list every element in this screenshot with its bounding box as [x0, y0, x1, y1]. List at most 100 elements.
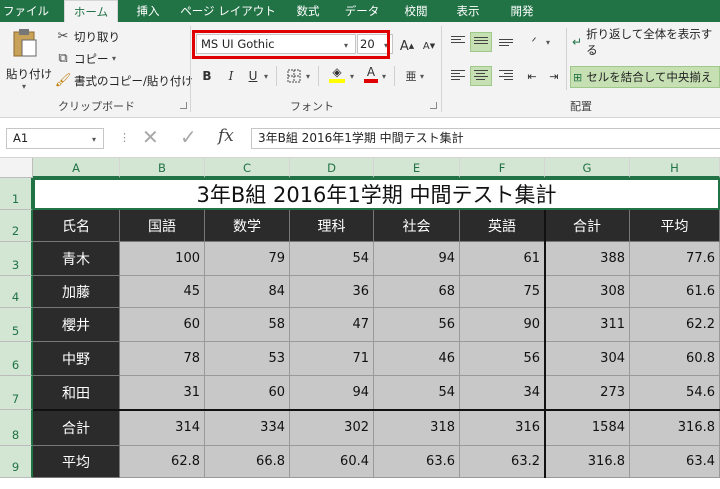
table-header-cell[interactable]: 数学 — [205, 210, 290, 242]
table-row-label[interactable]: 中野 — [33, 342, 120, 376]
column-header-b[interactable]: B — [120, 158, 205, 178]
align-center-button[interactable] — [470, 66, 492, 86]
tab-review[interactable]: 校閲 — [396, 0, 436, 22]
row-header-2[interactable]: 2 — [0, 210, 33, 242]
table-cell[interactable]: 316.8 — [545, 446, 630, 478]
orientation-button[interactable]: ᐟ — [524, 32, 544, 52]
select-all-corner[interactable] — [0, 158, 33, 178]
align-right-button[interactable] — [496, 66, 516, 86]
row-header-5[interactable]: 5 — [0, 308, 33, 342]
table-header-cell[interactable]: 英語 — [460, 210, 545, 242]
cut-button[interactable]: 切り取り — [74, 29, 120, 45]
table-cell[interactable]: 84 — [205, 276, 290, 308]
table-cell[interactable]: 54 — [374, 376, 460, 410]
table-cell[interactable]: 66.8 — [205, 446, 290, 478]
row-header-9[interactable]: 9 — [0, 446, 33, 478]
table-cell[interactable]: 311 — [545, 308, 630, 342]
table-cell[interactable]: 31 — [120, 376, 205, 410]
table-cell[interactable]: 54.6 — [630, 376, 720, 410]
table-cell[interactable]: 314 — [120, 410, 205, 446]
table-cell[interactable]: 60.8 — [630, 342, 720, 376]
increase-indent-button[interactable]: ⇥ — [544, 66, 564, 86]
table-row-label[interactable]: 櫻井 — [33, 308, 120, 342]
table-cell[interactable]: 90 — [460, 308, 545, 342]
table-cell[interactable]: 56 — [374, 308, 460, 342]
paste-button[interactable]: 貼り付け ▾ — [4, 28, 52, 91]
tab-formulas[interactable]: 数式 — [288, 0, 328, 22]
table-cell[interactable]: 60.4 — [290, 446, 374, 478]
name-box[interactable]: A1 — [6, 128, 104, 149]
column-header-g[interactable]: G — [545, 158, 630, 178]
enter-icon[interactable]: ✓ — [180, 125, 197, 149]
table-header-cell[interactable]: 国語 — [120, 210, 205, 242]
table-cell[interactable]: 388 — [545, 242, 630, 276]
tab-insert[interactable]: 挿入 — [128, 0, 168, 22]
row-header-1[interactable]: 1 — [0, 178, 33, 210]
table-cell[interactable]: 63.4 — [630, 446, 720, 478]
table-row-label[interactable]: 加藤 — [33, 276, 120, 308]
wrap-text-button[interactable]: ↵ 折り返して全体を表示する — [572, 27, 720, 57]
table-cell[interactable]: 1584 — [545, 410, 630, 446]
row-header-8[interactable]: 8 — [0, 410, 33, 446]
table-row-label[interactable]: 平均 — [33, 446, 120, 478]
column-header-a[interactable]: A — [33, 158, 120, 178]
column-header-c[interactable]: C — [205, 158, 290, 178]
table-cell[interactable]: 302 — [290, 410, 374, 446]
table-cell[interactable]: 36 — [290, 276, 374, 308]
bold-button[interactable]: B — [198, 66, 216, 86]
phonetic-button[interactable]: 亜 — [402, 66, 420, 86]
decrease-indent-button[interactable]: ⇤ — [522, 66, 542, 86]
table-cell[interactable]: 56 — [460, 342, 545, 376]
fill-color-button[interactable]: ◈ — [326, 64, 348, 84]
table-header-cell[interactable]: 平均 — [630, 210, 720, 242]
table-cell[interactable]: 100 — [120, 242, 205, 276]
table-cell[interactable]: 61.6 — [630, 276, 720, 308]
column-header-f[interactable]: F — [460, 158, 545, 178]
shrink-font-button[interactable]: A ▼ — [420, 36, 438, 56]
table-row-label[interactable]: 青木 — [33, 242, 120, 276]
table-cell[interactable]: 318 — [374, 410, 460, 446]
table-cell[interactable]: 68 — [374, 276, 460, 308]
table-header-cell[interactable]: 理科 — [290, 210, 374, 242]
row-header-7[interactable]: 7 — [0, 376, 33, 410]
table-cell[interactable]: 53 — [205, 342, 290, 376]
row-header-3[interactable]: 3 — [0, 242, 33, 276]
table-cell[interactable]: 63.6 — [374, 446, 460, 478]
table-cell[interactable]: 94 — [290, 376, 374, 410]
table-cell[interactable]: 47 — [290, 308, 374, 342]
table-header-cell[interactable]: 氏名 — [33, 210, 120, 242]
table-row-label[interactable]: 和田 — [33, 376, 120, 410]
table-cell[interactable]: 334 — [205, 410, 290, 446]
cancel-icon[interactable]: ✕ — [142, 125, 159, 149]
table-cell[interactable]: 304 — [545, 342, 630, 376]
table-cell[interactable]: 62.8 — [120, 446, 205, 478]
tab-developer[interactable]: 開発 — [502, 0, 542, 22]
font-color-button[interactable]: A — [362, 64, 380, 84]
underline-button[interactable]: U — [244, 66, 262, 86]
tab-page-layout[interactable]: ページ レイアウト — [178, 0, 278, 22]
tab-home[interactable]: ホーム — [64, 0, 118, 23]
table-cell[interactable]: 273 — [545, 376, 630, 410]
column-header-d[interactable]: D — [290, 158, 374, 178]
formula-input[interactable]: 3年B組 2016年1学期 中間テスト集計 — [251, 128, 720, 149]
table-cell[interactable]: 308 — [545, 276, 630, 308]
italic-button[interactable]: I — [222, 66, 240, 86]
table-row-label[interactable]: 合計 — [33, 410, 120, 446]
table-cell[interactable]: 60 — [120, 308, 205, 342]
row-header-6[interactable]: 6 — [0, 342, 33, 376]
table-cell[interactable]: 58 — [205, 308, 290, 342]
tab-view[interactable]: 表示 — [448, 0, 488, 22]
table-cell[interactable]: 316.8 — [630, 410, 720, 446]
table-cell[interactable]: 316 — [460, 410, 545, 446]
format-painter-button[interactable]: 書式のコピー/貼り付け — [74, 73, 193, 89]
merge-center-button[interactable]: ⊞ セルを結合して中央揃え — [570, 66, 720, 88]
align-left-button[interactable] — [448, 66, 468, 86]
table-cell[interactable]: 61 — [460, 242, 545, 276]
table-cell[interactable]: 62.2 — [630, 308, 720, 342]
table-header-cell[interactable]: 合計 — [545, 210, 630, 242]
table-cell[interactable]: 60 — [205, 376, 290, 410]
column-header-e[interactable]: E — [374, 158, 460, 178]
align-middle-button[interactable] — [470, 32, 492, 52]
table-cell[interactable]: 75 — [460, 276, 545, 308]
insert-function-button[interactable]: fx — [218, 126, 234, 146]
